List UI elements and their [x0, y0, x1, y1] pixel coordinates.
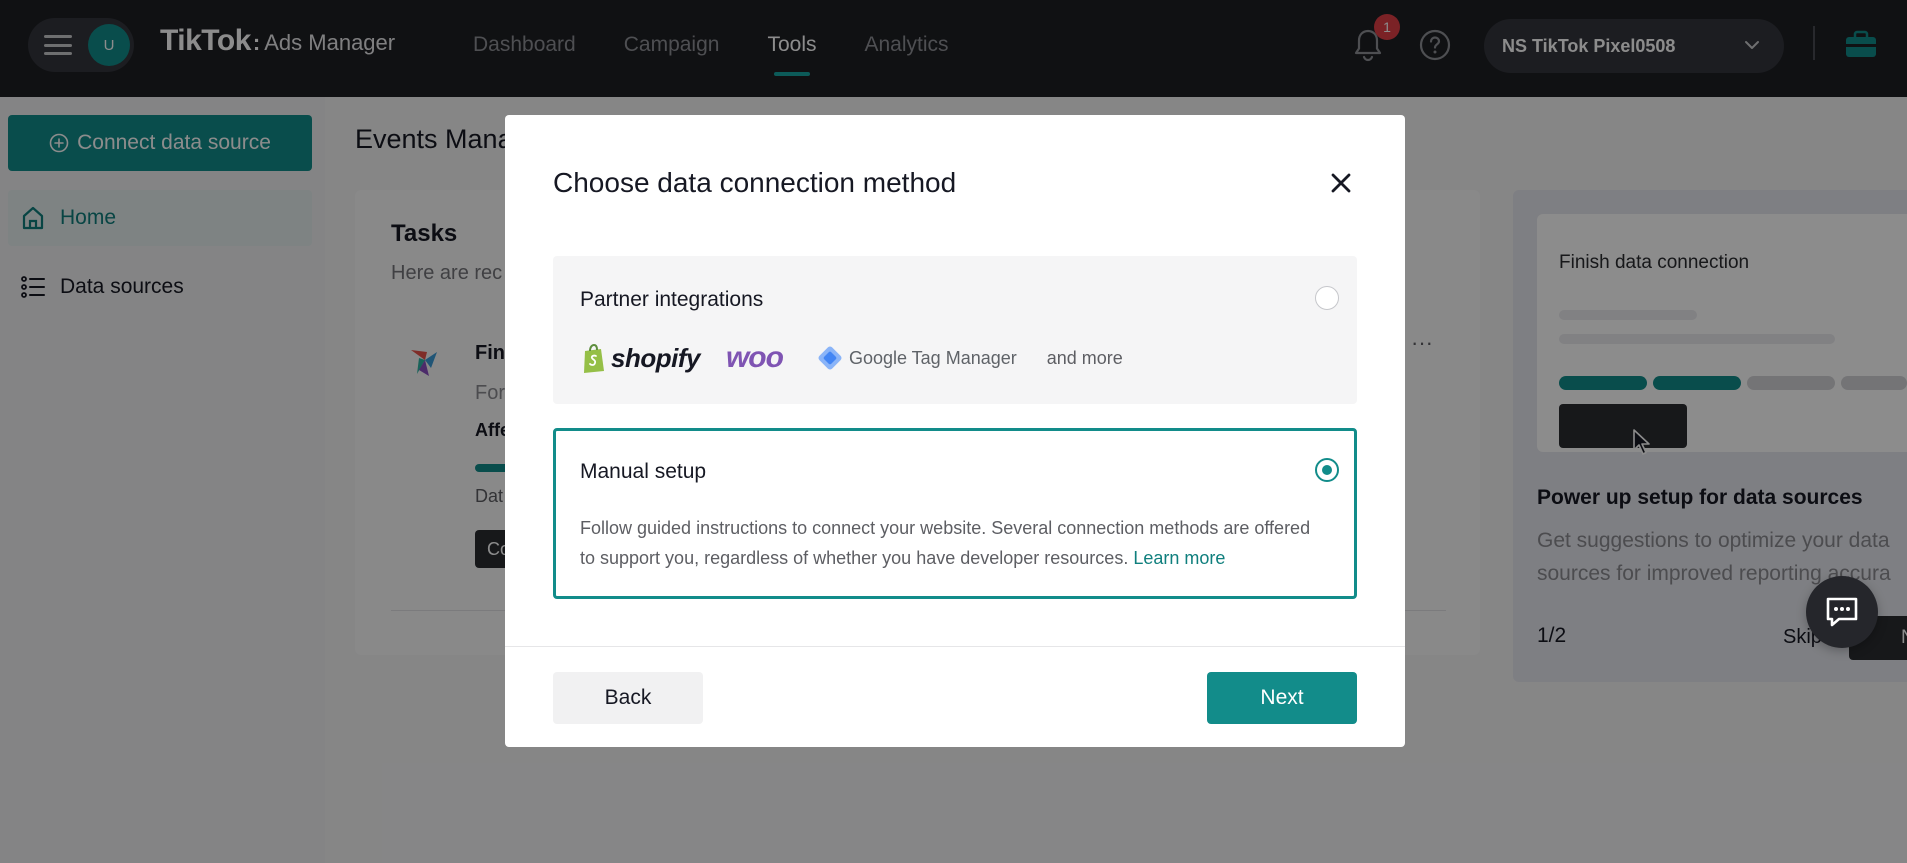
option-partner-integrations[interactable]: Partner integrations shopify woo Google … — [553, 256, 1357, 404]
back-button[interactable]: Back — [553, 672, 703, 724]
google-tag-manager-icon — [818, 346, 842, 370]
radio-manual-setup[interactable] — [1315, 458, 1339, 482]
close-icon[interactable] — [1325, 167, 1357, 199]
chat-support-button[interactable] — [1806, 576, 1878, 648]
shopify-bag-icon — [584, 343, 604, 373]
option-title: Partner integrations — [580, 288, 764, 311]
woo-logo: woo — [725, 341, 784, 374]
option-title: Manual setup — [580, 460, 707, 483]
dialog-title: Choose data connection method — [553, 167, 957, 198]
option-manual-setup[interactable]: Manual setup Follow guided instructions … — [553, 428, 1357, 599]
gtm-label: Google Tag Manager — [848, 347, 1017, 368]
partner-logos: shopify woo Google Tag Manager and more — [581, 340, 1123, 376]
google-tag-manager-logo: Google Tag Manager — [815, 343, 1017, 373]
shopify-label: shopify — [611, 342, 700, 373]
learn-more-link[interactable]: Learn more — [1133, 548, 1225, 568]
shopify-logo: shopify — [581, 343, 700, 374]
dialog-divider — [505, 646, 1405, 647]
connection-method-dialog: Choose data connection method Partner in… — [505, 115, 1405, 747]
and-more-label: and more — [1046, 347, 1123, 368]
chat-icon — [1826, 597, 1858, 627]
radio-partner-integrations[interactable] — [1315, 286, 1339, 310]
option-description: Follow guided instructions to connect yo… — [580, 513, 1320, 573]
next-button[interactable]: Next — [1207, 672, 1357, 724]
